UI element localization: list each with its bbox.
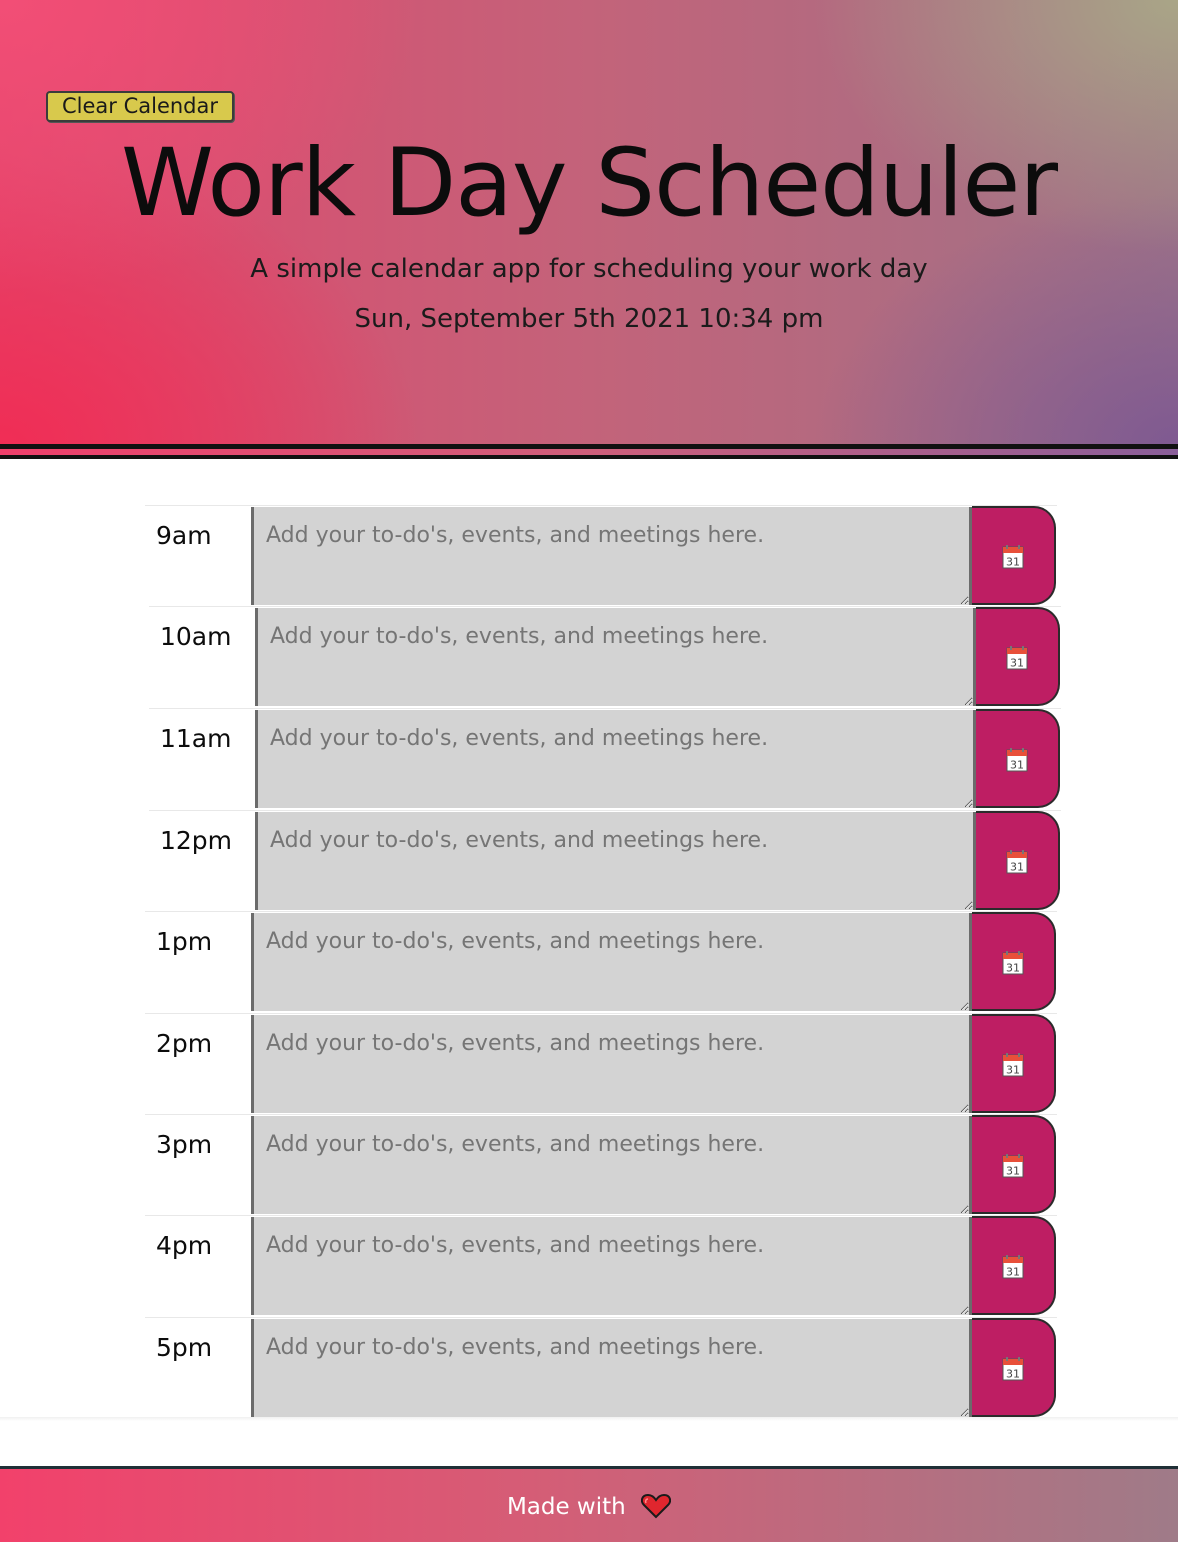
heart-icon (641, 1493, 672, 1518)
hour-label: 2pm (156, 1029, 213, 1058)
calendar-31-icon: 31 (1002, 1255, 1024, 1279)
task-input[interactable] (251, 507, 972, 605)
calendar-31-icon: 31 (1002, 1154, 1024, 1178)
svg-text:31: 31 (1006, 1165, 1020, 1178)
time-block-row: 11am 31 (149, 708, 1061, 809)
svg-text:31: 31 (1010, 759, 1024, 772)
hour-label: 3pm (156, 1130, 213, 1159)
footer-text: Made with (506, 1494, 626, 1520)
hour-label: 12pm (160, 826, 233, 855)
schedule-bottom-shadow (0, 1417, 1178, 1421)
svg-text:31: 31 (1006, 1266, 1020, 1279)
save-button[interactable]: 31 (972, 912, 1056, 1011)
time-block-row: 3pm 31 (145, 1114, 1057, 1215)
hour-label: 5pm (156, 1333, 213, 1362)
schedule-container: 9am 31 10am 31 11am 31 12pm 31 1pm 31 2p (0, 0, 1178, 1542)
calendar-31-icon: 31 (1006, 646, 1028, 670)
hour-label: 11am (160, 724, 232, 753)
hour-label: 1pm (156, 927, 213, 956)
task-input[interactable] (251, 1015, 972, 1113)
svg-text:31: 31 (1010, 861, 1024, 874)
calendar-31-icon: 31 (1006, 850, 1028, 874)
task-input[interactable] (251, 1116, 972, 1214)
calendar-31-icon: 31 (1002, 1053, 1024, 1077)
time-block-row: 2pm 31 (145, 1013, 1057, 1114)
task-input[interactable] (251, 1217, 972, 1315)
hour-label: 4pm (156, 1231, 213, 1260)
save-button[interactable]: 31 (972, 1115, 1056, 1214)
svg-text:31: 31 (1006, 962, 1020, 975)
task-input[interactable] (251, 913, 972, 1011)
svg-text:31: 31 (1006, 556, 1020, 569)
save-button[interactable]: 31 (976, 709, 1060, 808)
task-input[interactable] (255, 608, 976, 706)
save-button[interactable]: 31 (972, 1014, 1056, 1113)
save-button[interactable]: 31 (972, 1318, 1056, 1417)
page-footer: Made with (0, 1466, 1178, 1542)
calendar-31-icon: 31 (1002, 1357, 1024, 1381)
save-button[interactable]: 31 (972, 506, 1056, 605)
svg-text:31: 31 (1006, 1064, 1020, 1077)
svg-text:31: 31 (1006, 1368, 1020, 1381)
svg-text:31: 31 (1010, 657, 1024, 670)
time-block-row: 4pm 31 (145, 1215, 1057, 1316)
task-input[interactable] (255, 812, 976, 910)
save-button[interactable]: 31 (976, 811, 1060, 910)
hour-label: 9am (156, 521, 212, 550)
time-block-row: 5pm 31 (145, 1317, 1057, 1418)
time-block-row: 12pm 31 (149, 810, 1061, 911)
save-button[interactable]: 31 (976, 607, 1060, 706)
time-block-row: 10am 31 (149, 606, 1061, 707)
hour-label: 10am (160, 622, 232, 651)
task-input[interactable] (255, 710, 976, 808)
time-block-row: 1pm 31 (145, 911, 1057, 1012)
calendar-31-icon: 31 (1002, 951, 1024, 975)
task-input[interactable] (251, 1319, 972, 1417)
calendar-31-icon: 31 (1002, 545, 1024, 569)
calendar-31-icon: 31 (1006, 748, 1028, 772)
save-button[interactable]: 31 (972, 1216, 1056, 1315)
time-block-row: 9am 31 (145, 505, 1057, 606)
